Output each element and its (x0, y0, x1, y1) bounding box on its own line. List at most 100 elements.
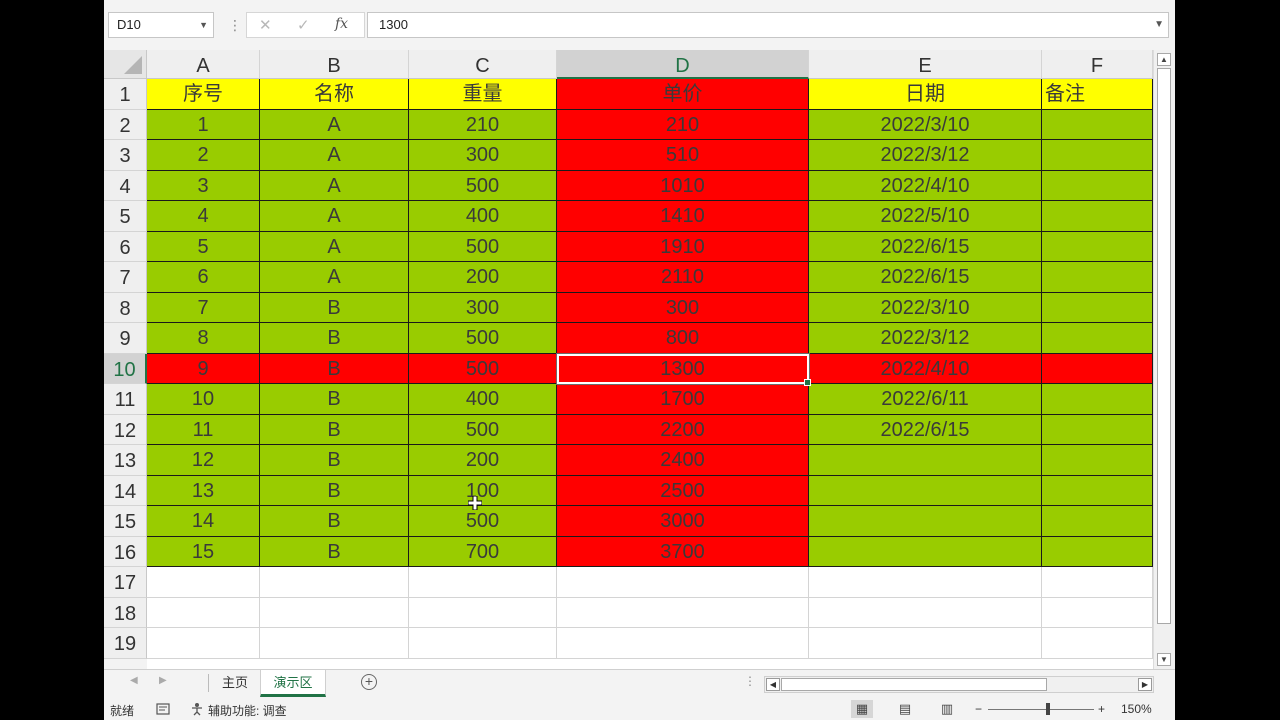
cell-e6[interactable]: 2022/6/15 (809, 231, 1042, 262)
zoom-in-button[interactable]: + (1098, 702, 1105, 716)
cell-b4[interactable]: A (260, 170, 409, 201)
row-header-3[interactable]: 3 (104, 140, 147, 171)
cell-e5[interactable]: 2022/5/10 (809, 201, 1042, 232)
formula-input[interactable]: 1300 ▼ (367, 12, 1169, 38)
scroll-left-icon[interactable]: ◀ (766, 678, 780, 691)
cell-c2[interactable]: 210 (409, 109, 557, 140)
cell-b2[interactable]: A (260, 109, 409, 140)
cell-c6[interactable]: 500 (409, 231, 557, 262)
cell-e8[interactable]: 2022/3/10 (809, 292, 1042, 323)
cell-f18[interactable] (1042, 597, 1153, 628)
row-header-5[interactable]: 5 (104, 201, 147, 232)
cell-f1[interactable]: 备注 (1042, 79, 1153, 110)
cell-f13[interactable] (1042, 445, 1153, 476)
cell-f15[interactable] (1042, 506, 1153, 537)
cell-d8[interactable]: 300 (557, 292, 809, 323)
cell-e10[interactable]: 2022/4/10 (809, 353, 1042, 384)
cell-b1[interactable]: 名称 (260, 79, 409, 110)
cell-c11[interactable]: 400 (409, 384, 557, 415)
cell-a9[interactable]: 8 (147, 323, 260, 354)
cell-d11[interactable]: 1700 (557, 384, 809, 415)
cell-b5[interactable]: A (260, 201, 409, 232)
cell-f9[interactable] (1042, 323, 1153, 354)
cell-a15[interactable]: 14 (147, 506, 260, 537)
row-header-16[interactable]: 16 (104, 536, 147, 567)
cell-f10[interactable] (1042, 353, 1153, 384)
chevron-down-icon[interactable]: ▼ (1154, 13, 1164, 37)
cell-d19[interactable] (557, 628, 809, 659)
tab-next-icon[interactable]: ▶ (159, 675, 167, 686)
cell-e13[interactable] (809, 445, 1042, 476)
cell-c13[interactable]: 200 (409, 445, 557, 476)
cell-a16[interactable]: 15 (147, 536, 260, 567)
cell-a19[interactable] (147, 628, 260, 659)
fx-icon[interactable]: fx (335, 16, 348, 32)
cell-c17[interactable] (409, 567, 557, 598)
row-header-10[interactable]: 10 (104, 353, 147, 384)
cell-c16[interactable]: 700 (409, 536, 557, 567)
cell-c1[interactable]: 重量 (409, 79, 557, 110)
zoom-out-button[interactable]: − (975, 702, 982, 716)
cell-a7[interactable]: 6 (147, 262, 260, 293)
cell-f11[interactable] (1042, 384, 1153, 415)
cell-e18[interactable] (809, 597, 1042, 628)
cell-c7[interactable]: 200 (409, 262, 557, 293)
horizontal-scroll-thumb[interactable] (781, 678, 1047, 691)
cell-a1[interactable]: 序号 (147, 79, 260, 110)
cell-a12[interactable]: 11 (147, 414, 260, 445)
cell-b11[interactable]: B (260, 384, 409, 415)
row-header-12[interactable]: 12 (104, 414, 147, 445)
cell-c12[interactable]: 500 (409, 414, 557, 445)
tab-demo[interactable]: 演示区 (260, 670, 326, 697)
cell-d13[interactable]: 2400 (557, 445, 809, 476)
cell-f19[interactable] (1042, 628, 1153, 659)
cell-c14[interactable]: 100 (409, 475, 557, 506)
row-header-7[interactable]: 7 (104, 262, 147, 293)
cell-f2[interactable] (1042, 109, 1153, 140)
scroll-down-icon[interactable]: ▼ (1157, 653, 1171, 666)
cell-e3[interactable]: 2022/3/12 (809, 140, 1042, 171)
cell-a3[interactable]: 2 (147, 140, 260, 171)
cell-d3[interactable]: 510 (557, 140, 809, 171)
cell-b8[interactable]: B (260, 292, 409, 323)
column-header-c[interactable]: C (409, 50, 557, 79)
cell-a18[interactable] (147, 597, 260, 628)
horizontal-scrollbar[interactable]: ◀ ▶ (764, 676, 1154, 693)
accessibility-icon[interactable] (190, 702, 204, 716)
row-header-17[interactable]: 17 (104, 567, 147, 598)
cell-d18[interactable] (557, 597, 809, 628)
zoom-slider[interactable] (988, 709, 1094, 710)
vertical-scrollbar[interactable]: ▲ ▼ (1153, 50, 1175, 669)
cell-f8[interactable] (1042, 292, 1153, 323)
zoom-slider-thumb[interactable] (1046, 703, 1050, 715)
column-header-a[interactable]: A (147, 50, 260, 79)
cell-b13[interactable]: B (260, 445, 409, 476)
cell-e14[interactable] (809, 475, 1042, 506)
row-header-2[interactable]: 2 (104, 109, 147, 140)
cell-d1[interactable]: 单价 (557, 79, 809, 110)
name-box[interactable]: D10 ▼ (108, 12, 214, 38)
cell-f3[interactable] (1042, 140, 1153, 171)
cell-c10[interactable]: 500 (409, 353, 557, 384)
cell-b7[interactable]: A (260, 262, 409, 293)
cell-e4[interactable]: 2022/4/10 (809, 170, 1042, 201)
cell-e11[interactable]: 2022/6/11 (809, 384, 1042, 415)
cell-a17[interactable] (147, 567, 260, 598)
accessibility-status[interactable]: 辅助功能: 调查 (208, 702, 287, 719)
cell-e19[interactable] (809, 628, 1042, 659)
cell-b12[interactable]: B (260, 414, 409, 445)
cell-e1[interactable]: 日期 (809, 79, 1042, 110)
cell-b17[interactable] (260, 567, 409, 598)
cell-grid[interactable]: 序号 名称 重量 单价 日期 备注 1 A 210 210 2022/3/10 2 A 300 510 202… (147, 79, 1153, 669)
column-header-d[interactable]: D (557, 50, 809, 79)
splitter-icon[interactable]: ⋮ (744, 674, 756, 688)
cell-e17[interactable] (809, 567, 1042, 598)
add-sheet-icon[interactable]: + (361, 674, 377, 690)
cell-e9[interactable]: 2022/3/12 (809, 323, 1042, 354)
cell-c3[interactable]: 300 (409, 140, 557, 171)
cell-c9[interactable]: 500 (409, 323, 557, 354)
cell-d14[interactable]: 2500 (557, 475, 809, 506)
select-all-button[interactable] (104, 50, 147, 79)
cell-e2[interactable]: 2022/3/10 (809, 109, 1042, 140)
cell-d2[interactable]: 210 (557, 109, 809, 140)
